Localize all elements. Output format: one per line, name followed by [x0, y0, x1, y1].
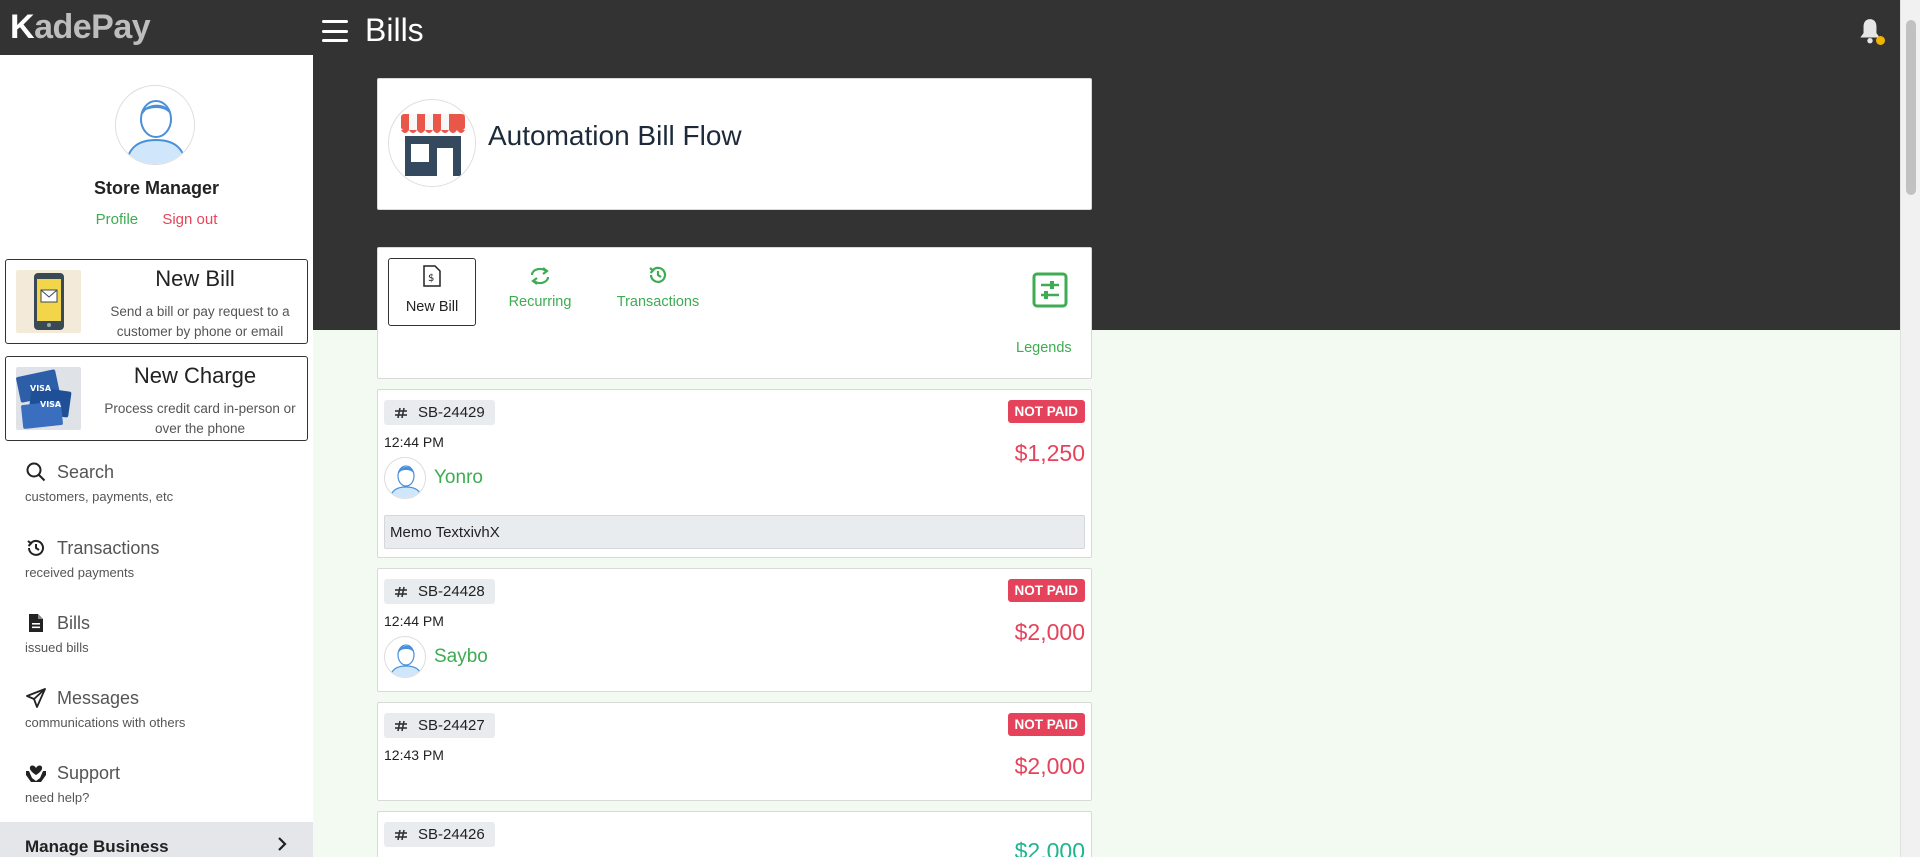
new-charge-action[interactable]: VISA VISA New Charge Process credit card… [5, 356, 308, 441]
merchant-name: Automation Bill Flow [488, 120, 742, 151]
sidebar: Store Manager Profile Sign out New Bill … [0, 55, 313, 857]
sidebar-item-transactions[interactable]: Transactions received payments [0, 537, 313, 597]
sidebar-item-label: Bills [57, 612, 91, 633]
sidebar-item-sub: customers, payments, etc [25, 489, 174, 504]
sidebar-item-sub: received payments [25, 565, 135, 580]
history-icon [614, 258, 702, 286]
svg-text:$: $ [428, 273, 434, 284]
search-icon [25, 461, 47, 483]
document-icon [25, 612, 47, 634]
sign-out-link[interactable]: Sign out [162, 211, 217, 228]
tab-label: Recurring [508, 294, 572, 310]
customer-avatar [384, 457, 426, 499]
bill-id-badge: SB-24428 [384, 579, 495, 604]
bill-time: 12:44 PM [384, 613, 444, 629]
sidebar-item-sub: issued bills [25, 640, 89, 655]
hash-icon [394, 407, 408, 419]
repeat-icon [496, 258, 584, 286]
bill-amount: $2,000 [1014, 619, 1085, 645]
bill-id-badge: SB-24429 [384, 400, 495, 425]
hash-icon [394, 720, 408, 732]
legend-toggle-icon[interactable] [1032, 272, 1068, 308]
hands-heart-icon [25, 762, 47, 784]
new-charge-title: New Charge [133, 363, 257, 388]
svg-text:VISA: VISA [30, 384, 52, 393]
user-name: Store Manager [93, 178, 220, 198]
status-badge: NOT PAID [1007, 713, 1085, 736]
paper-plane-icon [25, 687, 47, 709]
notification-dot [1876, 36, 1885, 45]
tab-recurring[interactable]: Recurring [496, 258, 584, 326]
profile-link[interactable]: Profile [96, 211, 139, 228]
customer: Saybo [384, 636, 488, 678]
manage-business-label: Manage Business [25, 837, 169, 856]
bill-id: SB-24429 [418, 404, 485, 421]
app-logo[interactable]: KadePay [0, 0, 313, 55]
page-title: Bills [365, 12, 424, 48]
tab-new-bill[interactable]: $ New Bill [388, 258, 476, 326]
tab-label: New Bill [405, 299, 459, 315]
new-bill-title: New Bill [155, 266, 235, 291]
notifications-bell-icon[interactable] [1857, 17, 1887, 47]
storefront-icon [388, 99, 476, 187]
sidebar-item-label: Messages [57, 687, 140, 708]
sidebar-item-search[interactable]: Search customers, payments, etc [0, 461, 313, 521]
hash-icon [394, 829, 408, 841]
page-scrollbar[interactable] [1900, 0, 1920, 857]
new-charge-desc: Process credit card in-person or over th… [104, 401, 296, 436]
merchant-card: Automation Bill Flow [377, 78, 1092, 210]
sidebar-item-label: Support [57, 762, 121, 783]
bill-id: SB-24427 [418, 717, 485, 734]
hash-icon [394, 586, 408, 598]
bill-card[interactable]: SB-24428 12:44 PM NOT PAID $2,000 Saybo [377, 568, 1092, 692]
phone-mail-icon [16, 270, 81, 333]
new-bill-action[interactable]: New Bill Send a bill or pay request to a… [5, 259, 308, 344]
status-badge: NOT PAID [1007, 579, 1085, 602]
bill-doc-icon: $ [389, 259, 475, 287]
logo-rest: adePay [34, 8, 151, 46]
bill-card[interactable]: SB-24427 12:43 PM NOT PAID $2,000 [377, 702, 1092, 801]
bill-amount: $2,000 [1014, 838, 1085, 857]
bill-card[interactable]: SB-24426 $2,000 [377, 811, 1092, 857]
history-icon [25, 537, 47, 559]
sidebar-item-sub: communications with others [25, 715, 186, 730]
sidebar-item-label: Search [57, 461, 115, 482]
sidebar-item-label: Transactions [57, 537, 160, 558]
customer: Yonro [384, 457, 483, 499]
bill-id: SB-24428 [418, 583, 485, 600]
user-links: Profile Sign out [0, 211, 313, 228]
logo-k: K [10, 8, 35, 46]
bill-tabs-card: $ New Bill Recurring Transactions Legend… [377, 247, 1092, 379]
bill-amount: $1,250 [1014, 440, 1085, 466]
manage-business-button[interactable]: Manage Business [0, 822, 313, 857]
menu-icon[interactable] [322, 20, 348, 42]
tab-label: Transactions [616, 294, 700, 310]
bill-time: 12:44 PM [384, 434, 444, 450]
bill-id: SB-24426 [418, 826, 485, 843]
customer-name[interactable]: Saybo [434, 646, 488, 668]
logo-text: KadePay [10, 8, 151, 47]
sidebar-item-sub: need help? [25, 790, 90, 805]
chevron-right-icon [276, 837, 288, 857]
credit-cards-icon: VISA VISA [16, 367, 81, 430]
customer-name[interactable]: Yonro [434, 467, 483, 489]
status-badge: NOT PAID [1007, 400, 1085, 423]
bill-id-badge: SB-24427 [384, 713, 495, 738]
customer-avatar [384, 636, 426, 678]
user-avatar[interactable] [115, 85, 195, 165]
bill-memo: Memo TextxivhX [384, 515, 1085, 549]
legends-link[interactable]: Legends [1016, 340, 1072, 356]
bill-time: 12:43 PM [384, 747, 444, 763]
sidebar-item-support[interactable]: Support need help? [0, 762, 313, 822]
new-bill-desc: Send a bill or pay request to a customer… [110, 304, 290, 339]
bill-id-badge: SB-24426 [384, 822, 495, 847]
tab-transactions[interactable]: Transactions [614, 258, 702, 326]
bill-card[interactable]: SB-24429 12:44 PM NOT PAID $1,250 Yonro … [377, 389, 1092, 558]
sidebar-item-bills[interactable]: Bills issued bills [0, 612, 313, 672]
scrollbar-thumb[interactable] [1906, 20, 1916, 195]
sidebar-item-messages[interactable]: Messages communications with others [0, 687, 313, 747]
bill-amount: $2,000 [1014, 753, 1085, 779]
svg-text:VISA: VISA [40, 400, 62, 409]
